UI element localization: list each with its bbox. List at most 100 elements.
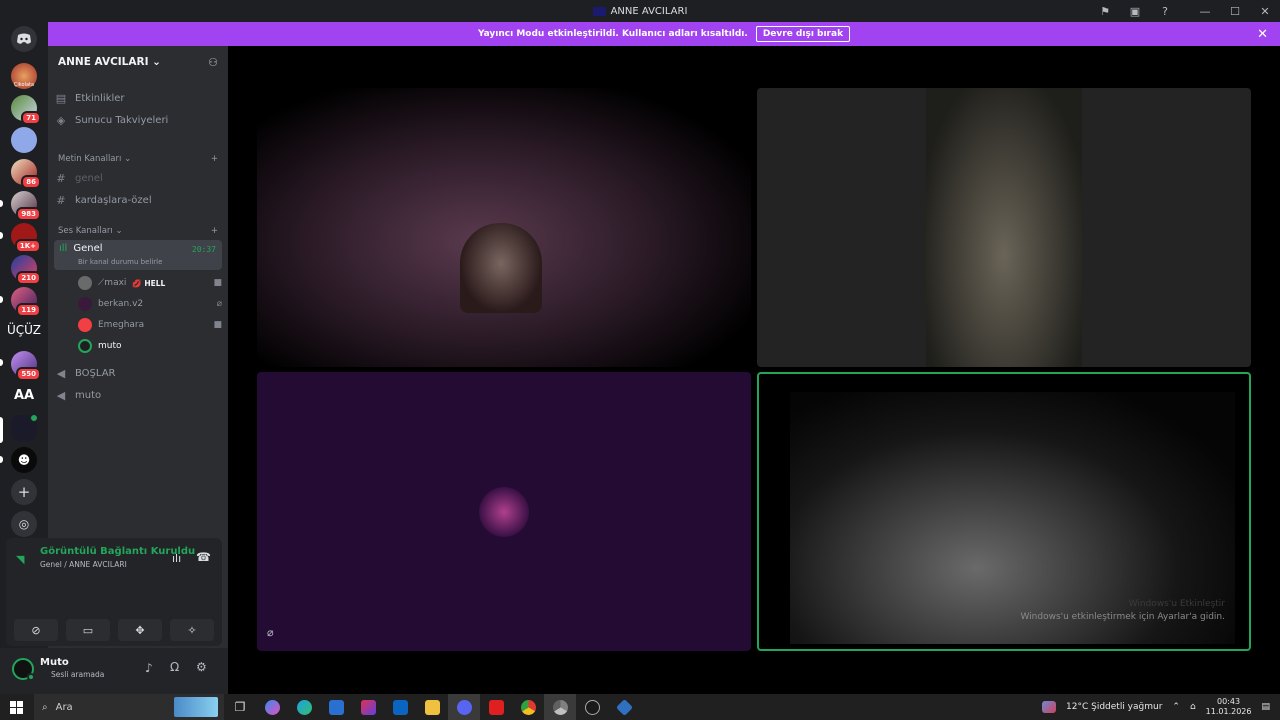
inbox-icon[interactable]: ⚑ (1090, 5, 1120, 18)
activities-button[interactable]: ✥ (118, 619, 162, 641)
user-avatar[interactable] (12, 658, 35, 681)
server-avatar[interactable]: 1K+ (11, 223, 41, 253)
server-avatar[interactable]: ☻ (11, 447, 37, 473)
copilot-icon[interactable] (256, 694, 288, 720)
voice-member[interactable]: Emeghara ■ (78, 318, 222, 332)
tray-chevron-up-icon[interactable]: ⌃ (1172, 702, 1180, 712)
voice-channel-head: ıll Genel (59, 243, 103, 254)
mention-badge: 71 (21, 111, 41, 125)
voice-channel-genel[interactable]: ıll Genel 20:37 Bir kanal durumu belirle (54, 240, 222, 270)
server-avatar[interactable]: 210 (11, 255, 41, 285)
member-name: ⟋maxi (98, 278, 127, 288)
chrome-icon[interactable] (512, 694, 544, 720)
category-voice[interactable]: Ses Kanalları ⌄ + (58, 226, 218, 236)
voice-member[interactable]: ⟋maxi 💋 HELL ■ (78, 276, 222, 290)
unread-pill (0, 232, 3, 239)
boost-icon: ◈ (56, 114, 66, 127)
server-avatar[interactable]: 983 (11, 191, 41, 221)
add-server-icon[interactable]: + (11, 479, 37, 505)
taskbar-search[interactable]: ⌕ Ara (34, 694, 224, 720)
start-button[interactable] (0, 694, 32, 720)
voice-member[interactable]: berkan.v2 ⌀ (78, 297, 222, 311)
add-channel-icon[interactable]: + (211, 226, 218, 236)
signal-icon: ◥ (16, 553, 25, 566)
weather-text[interactable]: 12°C Şiddetli yağmur (1066, 702, 1162, 712)
settings-gear-icon[interactable]: ⚙ (196, 660, 207, 674)
task-view-icon[interactable]: ❐ (224, 694, 256, 720)
server-label-aa[interactable]: AA (0, 388, 48, 403)
network-icon[interactable]: ⌂ (1190, 702, 1196, 712)
voice-member[interactable]: muto (78, 339, 222, 353)
mic-icon[interactable]: ♪ (145, 661, 153, 675)
windows-activation-watermark: Windows'u Etkinleştir Windows'u etkinleş… (1020, 598, 1225, 624)
user-name: Muto (40, 657, 69, 668)
camera-toggle-button[interactable]: ⊘ (14, 619, 58, 641)
server-avatar[interactable]: 71 (11, 95, 41, 125)
member-tag: 💋 HELL (132, 278, 166, 288)
screen-share-button[interactable]: ▭ (66, 619, 110, 641)
set-channel-status[interactable]: Bir kanal durumu belirle (78, 258, 162, 266)
watermark-line1: Windows'u Etkinleştir (1128, 599, 1225, 609)
invite-icon[interactable]: ⚇ (208, 56, 218, 69)
server-avatar[interactable] (11, 127, 37, 153)
noise-suppression-icon[interactable]: ılı (172, 552, 181, 565)
screen-icon[interactable]: ▣ (1120, 5, 1150, 18)
user-status: Sesli aramada (51, 670, 105, 679)
camera-icon: ■ (213, 278, 222, 288)
discord-home-icon[interactable] (11, 26, 37, 52)
category-text[interactable]: Metin Kanalları ⌄ + (58, 154, 218, 164)
server-avatar[interactable]: 119 (11, 287, 41, 317)
video-tile-emeghara[interactable] (757, 88, 1251, 367)
add-channel-icon[interactable]: + (211, 154, 218, 164)
channel-genel[interactable]: # genel (54, 172, 222, 185)
clock-time: 00:43 (1217, 697, 1241, 706)
server-avatar[interactable]: 550 (11, 351, 41, 381)
discover-icon[interactable]: ◎ (11, 511, 37, 537)
maximize-button[interactable]: ☐ (1220, 5, 1250, 18)
guild-header[interactable]: ANNE AVCILARI ⌄ ⚇ (48, 46, 228, 78)
close-banner-icon[interactable]: ✕ (1257, 27, 1268, 42)
minimize-button[interactable]: — (1190, 5, 1220, 18)
close-window-button[interactable]: ✕ (1250, 5, 1280, 18)
participant-video (460, 223, 542, 313)
store-icon[interactable] (320, 694, 352, 720)
voice-channel-muto[interactable]: ◀ muto (54, 389, 222, 402)
notification-icon[interactable]: ▤ (1261, 702, 1270, 712)
app-icon[interactable] (608, 694, 640, 720)
server-avatar[interactable]: Çikolata (11, 63, 37, 89)
camera-icon: ■ (213, 320, 222, 330)
disable-streamer-mode-button[interactable]: Devre dışı bırak (755, 26, 851, 42)
chevron-down-icon: ⌄ (152, 56, 161, 68)
nav-boosts[interactable]: ◈ Sunucu Takviyeleri (54, 114, 222, 127)
office-icon[interactable] (352, 694, 384, 720)
user-panel: Muto Sesli aramada ♪ Ω ⚙ (0, 648, 228, 694)
edge-icon[interactable] (288, 694, 320, 720)
discord-taskbar-icon[interactable] (448, 694, 480, 720)
outlook-icon[interactable] (384, 694, 416, 720)
avatar (78, 339, 92, 353)
nav-events[interactable]: ▤ Etkinlikler (54, 92, 222, 105)
soundboard-button[interactable]: ✧ (170, 619, 214, 641)
wps-icon[interactable] (480, 694, 512, 720)
file-explorer-icon[interactable] (416, 694, 448, 720)
voice-channel-boslar[interactable]: ◀ BOŞLAR (54, 367, 222, 380)
server-label-ucuz[interactable]: ÜÇÜZ (0, 323, 48, 337)
video-tile-berkan[interactable]: ⌀ (257, 372, 751, 651)
calendar-icon: ▤ (55, 92, 67, 105)
nav-boosts-label: Sunucu Takviyeleri (75, 115, 169, 126)
unread-pill (0, 359, 3, 366)
connection-channel[interactable]: Genel / ANNE AVCILARI (40, 560, 127, 569)
search-placeholder: Ara (55, 701, 73, 713)
clock[interactable]: 00:43 11.01.2026 (1206, 697, 1252, 717)
disconnect-icon[interactable]: ☎ (196, 550, 211, 564)
channel-kardaslara-ozel[interactable]: # kardaşlara-özel (54, 194, 222, 207)
steam-icon[interactable] (576, 694, 608, 720)
help-icon[interactable]: ? (1150, 5, 1180, 18)
server-avatar[interactable]: 86 (11, 159, 41, 189)
server-avatar-selected[interactable] (11, 413, 39, 441)
chrome-profile-icon[interactable] (544, 694, 576, 720)
video-tile-maxi[interactable] (257, 88, 751, 367)
headphones-icon[interactable]: Ω (170, 660, 179, 674)
voice-channel-label: BOŞLAR (75, 368, 116, 379)
voice-channel-label: muto (75, 390, 102, 401)
